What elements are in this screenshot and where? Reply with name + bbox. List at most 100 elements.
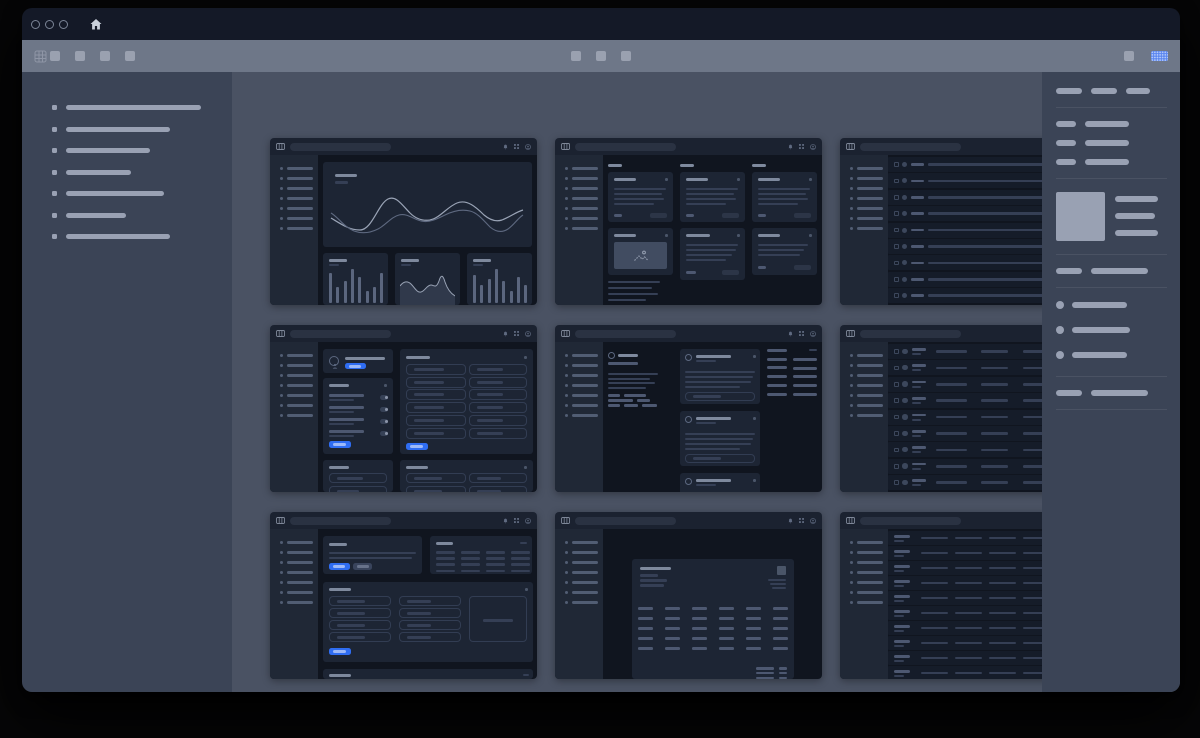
pill-skeleton (722, 213, 739, 218)
skeleton-bar (624, 404, 638, 407)
dashboard-thumbnail-analytics[interactable] (270, 138, 537, 305)
skeleton-bar (572, 217, 598, 220)
avatar-circle (902, 260, 907, 265)
thumb-sidebar-item (850, 217, 888, 220)
sidebar-item[interactable] (52, 105, 232, 110)
skeleton-bar (614, 188, 666, 190)
skeleton-bar (912, 402, 921, 404)
skeleton-bar (638, 617, 653, 620)
primary-action-button[interactable] (1151, 51, 1168, 61)
skeleton-bar (572, 374, 598, 377)
traffic-light-button[interactable] (31, 20, 40, 29)
settings-card (323, 460, 393, 492)
board-card (608, 228, 673, 275)
apps-icon (799, 331, 804, 336)
toolbar-square-button[interactable] (75, 51, 85, 61)
skeleton-bar (665, 647, 680, 650)
skeleton-bar (640, 574, 658, 577)
panel-tab-skeleton[interactable] (1126, 88, 1150, 94)
skeleton-bar (857, 217, 883, 220)
skeleton-bar (696, 360, 716, 362)
primary-button-skeleton (329, 441, 351, 448)
panel-tab-skeleton[interactable] (1091, 88, 1117, 94)
skeleton-bar (989, 642, 1016, 645)
thumb-search-skeleton (860, 517, 961, 525)
thumb-sidebar-item (280, 541, 318, 544)
thumb-sidebar-item (280, 404, 318, 407)
sidebar-item[interactable] (52, 170, 232, 175)
dashboard-thumbnail-form[interactable] (270, 512, 537, 679)
thumb-content (603, 155, 822, 305)
thumb-sidebar-bullet (565, 571, 568, 574)
skeleton-bar (955, 657, 982, 660)
sidebar-item[interactable] (52, 127, 232, 132)
thumb-sidebar-bullet (280, 364, 283, 367)
skeleton-bar (638, 637, 653, 640)
toolbar-square-button[interactable] (125, 51, 135, 61)
sidebar-item[interactable] (52, 234, 232, 239)
thumb-sidebar-bullet (565, 167, 568, 170)
stats-card (430, 536, 532, 574)
thumb-header-icons (788, 144, 816, 150)
skeleton-bar (912, 414, 926, 417)
skeleton-bar (287, 384, 313, 387)
dashboard-thumbnail-board[interactable] (555, 138, 822, 305)
toolbar-square-button[interactable] (621, 51, 631, 61)
thumb-sidebar-item (850, 177, 888, 180)
dot-icon (524, 356, 527, 359)
skeleton-bar (719, 647, 734, 650)
thumb-sidebar-bullet (565, 364, 568, 367)
comment-input-skeleton (685, 392, 755, 401)
thumb-titlebar (270, 512, 537, 529)
traffic-light-button[interactable] (59, 20, 68, 29)
skeleton-bar (401, 259, 419, 262)
toolbar-square-button[interactable] (596, 51, 606, 61)
divider (1056, 409, 1167, 410)
skeleton-bar (767, 393, 787, 396)
toolbar-square-button[interactable] (100, 51, 110, 61)
board-card (680, 172, 745, 222)
window-columns-icon (561, 330, 570, 337)
thumb-sidebar-bullet (565, 541, 568, 544)
skeleton-bar (287, 217, 313, 220)
home-icon[interactable] (90, 19, 102, 30)
dashboard-thumbnail-feed[interactable] (555, 325, 822, 492)
skeleton-bar (287, 581, 313, 584)
dashboard-thumbnail-settings[interactable] (270, 325, 537, 492)
panel-tab-skeleton[interactable] (1056, 88, 1082, 94)
skeleton-bar (287, 364, 313, 367)
field-value-skeleton (1091, 390, 1148, 396)
skeleton-bar (692, 647, 707, 650)
thumb-sidebar-bullet (850, 591, 853, 594)
skeleton-bar (912, 369, 921, 371)
toolbar-square-button[interactable] (50, 51, 60, 61)
skeleton-bar (894, 580, 910, 583)
skeleton-bar (685, 381, 751, 383)
skeleton-bar (911, 278, 924, 281)
skeleton-bar (665, 607, 680, 610)
skeleton-bar (287, 187, 313, 190)
skeleton-bar (436, 570, 455, 573)
sidebar-item[interactable] (52, 148, 232, 153)
thumb-search-skeleton (860, 330, 961, 338)
skeleton-bar (572, 551, 598, 554)
toolbar-square-button[interactable] (571, 51, 581, 61)
mini-bar (473, 275, 476, 303)
skeleton-bar (287, 561, 313, 564)
skeleton-bar (665, 627, 680, 630)
traffic-light-button[interactable] (45, 20, 54, 29)
sidebar-item[interactable] (52, 213, 232, 218)
skeleton-bar (406, 356, 430, 359)
skeleton-bar (329, 384, 349, 387)
thumb-sidebar-bullet (280, 384, 283, 387)
skeleton-bar (486, 557, 505, 560)
thumb-sidebar-bullet (280, 591, 283, 594)
dashboard-thumbnail-invoice[interactable] (555, 512, 822, 679)
skeleton-bar (936, 350, 967, 353)
sidebar-item[interactable] (52, 191, 232, 196)
thumb-sidebar-item (850, 414, 888, 417)
table-grid-icon[interactable] (34, 50, 47, 63)
skeleton-bar (758, 266, 766, 269)
bullet-row (1056, 326, 1167, 334)
toolbar-square-button[interactable] (1124, 51, 1134, 61)
